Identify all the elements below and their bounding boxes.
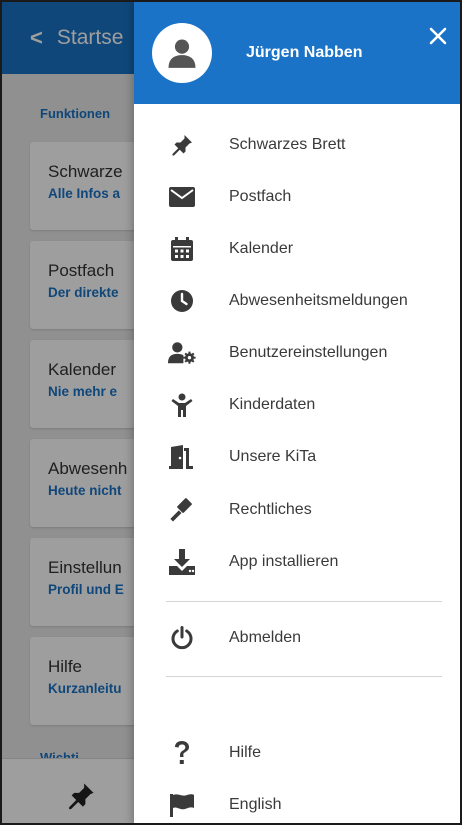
menu-item-label: Benutzereinstellungen — [229, 344, 388, 361]
menu-item-label: English — [229, 796, 282, 813]
flag-icon — [168, 791, 196, 819]
divider — [166, 676, 442, 677]
menu-item-app-installieren[interactable]: App installieren — [134, 540, 460, 584]
pin-icon — [168, 131, 196, 159]
close-icon[interactable] — [426, 24, 450, 48]
menu-item-label: Rechtliches — [229, 501, 312, 518]
menu-item-label: Abwesenheitsmeldungen — [229, 292, 408, 309]
child-icon — [168, 391, 196, 419]
menu-item-label: Abmelden — [229, 629, 302, 646]
user-name: Jürgen Nabben — [246, 44, 363, 61]
menu-item-label: Postfach — [229, 188, 292, 205]
calendar-icon — [168, 235, 196, 263]
menu-item-label: App installieren — [229, 553, 339, 570]
app-frame: < Startse Funktionen Schwarze Alle Infos… — [0, 0, 462, 825]
menu-item-abmelden[interactable]: Abmelden — [134, 616, 460, 660]
menu-item-kalender[interactable]: Kalender — [134, 227, 460, 271]
navigation-drawer: Jürgen Nabben Schwarzes Brett Postfach K… — [134, 2, 460, 823]
menu-item-english[interactable]: English — [134, 783, 460, 823]
user-settings-icon — [168, 339, 196, 367]
gavel-icon — [168, 496, 196, 524]
question-icon — [168, 739, 196, 767]
door-icon — [168, 443, 196, 471]
menu-item-abwesenheitsmeldungen[interactable]: Abwesenheitsmeldungen — [134, 279, 460, 323]
menu-item-hilfe[interactable]: Hilfe — [134, 731, 460, 775]
drawer-header: Jürgen Nabben — [134, 2, 460, 104]
menu-item-rechtliches[interactable]: Rechtliches — [134, 488, 460, 532]
menu-item-label: Kalender — [229, 240, 294, 257]
menu-item-label: Hilfe — [229, 744, 262, 761]
menu-item-label: Kinderdaten — [229, 396, 316, 413]
envelope-icon — [168, 183, 196, 211]
user-avatar-icon[interactable] — [152, 23, 212, 83]
power-icon — [168, 624, 196, 652]
menu-item-kinderdaten[interactable]: Kinderdaten — [134, 383, 460, 427]
menu-item-label: Schwarzes Brett — [229, 136, 346, 153]
download-icon — [168, 548, 196, 576]
clock-icon — [168, 287, 196, 315]
menu-item-label: Unsere KiTa — [229, 448, 317, 465]
menu-item-postfach[interactable]: Postfach — [134, 175, 460, 219]
divider — [166, 601, 442, 602]
menu-item-unsere-kita[interactable]: Unsere KiTa — [134, 435, 460, 479]
menu-item-schwarzes-brett[interactable]: Schwarzes Brett — [134, 123, 460, 167]
menu-item-benutzereinstellungen[interactable]: Benutzereinstellungen — [134, 331, 460, 375]
